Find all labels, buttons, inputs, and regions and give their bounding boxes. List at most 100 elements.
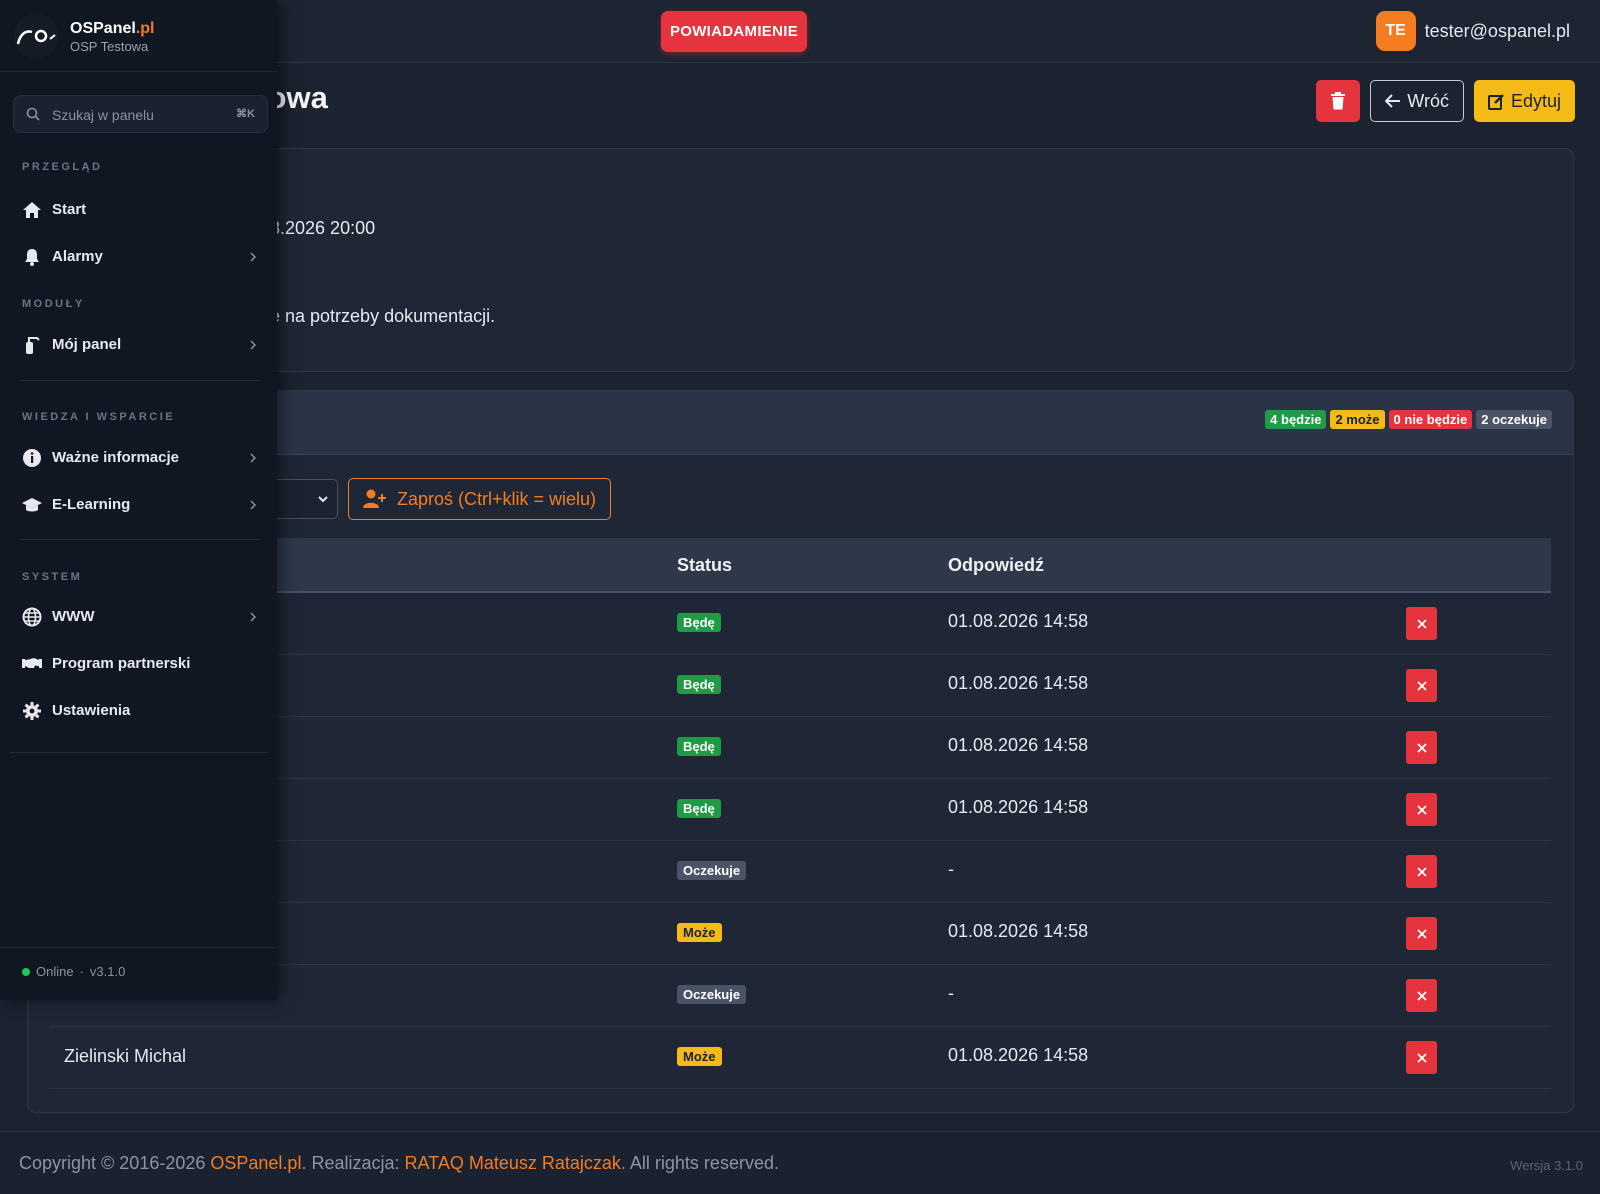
brand[interactable]: OSPanel.pl OSP Testowa [0,0,277,72]
section-system: SYSTEM [22,571,83,583]
notify-button[interactable]: POWIADAMIENIE [661,11,807,52]
sidebar-item-settings[interactable]: Ustawienia [0,691,277,731]
sidebar-item-label: Ważne informacje [52,449,179,466]
count-pending-badge: 2 oczekuje [1476,410,1552,429]
sidebar-item-my-panel[interactable]: Mój panel [0,325,277,365]
answer-time: - [948,983,954,1003]
search-shortcut: ⌘K [236,108,255,120]
answer-time: 01.08.2026 14:58 [948,797,1089,817]
app-version: v3.1.0 [89,964,126,979]
remove-participant-button[interactable] [1406,607,1437,640]
sidebar-divider [20,539,260,540]
sidebar-item-label: Program partnerski [52,655,191,672]
globe-icon [22,607,42,627]
copyright-suffix: . All rights reserved. [620,1153,779,1173]
event-date: 8.2026 20:00 [270,218,376,238]
sidebar-divider [20,380,260,381]
close-icon [1416,866,1427,877]
status-badge: Będę [677,799,721,818]
user-email: tester@ospanel.pl [1424,20,1570,41]
count-wont-badge: 0 nie będzie [1388,410,1473,429]
answer-time: 01.08.2026 14:58 [948,673,1089,693]
status-cell: Będę [677,613,721,632]
copyright-prefix: Copyright © 2016-2026 [19,1153,211,1173]
close-icon [1416,990,1427,1001]
remove-participant-button[interactable] [1406,979,1437,1012]
status-cell: Oczekuje [677,985,747,1004]
remove-participant-button[interactable] [1406,731,1437,764]
brand-name: OSPanel.pl [70,20,154,38]
edit-button[interactable]: Edytuj [1473,80,1575,122]
copyright: Copyright © 2016-2026 OSPanel.pl. Realiz… [19,1153,779,1174]
column-status: Status [677,555,733,575]
status-badge: Oczekuje [677,985,747,1004]
chevron-right-icon [250,500,257,510]
author-link[interactable]: RATAQ Mateusz Ratajczak [405,1153,621,1173]
event-description: e na potrzeby dokumentacji. [270,306,496,326]
status-cell: Będę [677,675,721,694]
sidebar-item-www[interactable]: WWW [0,597,277,637]
fire-extinguisher-icon [26,337,40,354]
count-will-badge: 4 będzie [1265,410,1327,429]
brand-link[interactable]: OSPanel.pl [210,1153,301,1173]
close-icon [1416,1052,1427,1063]
gear-icon [23,702,41,720]
close-icon [1416,804,1427,815]
header-actions: Wróć Edytuj [1316,80,1575,122]
status-cell: Może [677,923,722,942]
sidebar-item-important-info[interactable]: Ważne informacje [0,438,277,478]
column-answer: Odpowiedź [948,555,1044,575]
footer: Copyright © 2016-2026 OSPanel.pl. Realiz… [0,1131,1600,1194]
close-icon [1416,928,1427,939]
home-icon [23,202,41,218]
sidebar-item-alarms[interactable]: Alarmy [0,237,277,277]
status-cell: Może [677,1047,722,1066]
sidebar-search-input[interactable]: Szukaj w panelu ⌘K [13,95,268,133]
copyright-mid: . Realizacja: [301,1153,405,1173]
logo-icon [14,14,58,58]
footer-version: Wersja 3.1.0 [1510,1158,1583,1173]
answer-time: 01.08.2026 14:58 [948,735,1089,755]
edit-label: Edytuj [1510,90,1561,111]
remove-participant-button[interactable] [1406,917,1437,950]
search-icon [26,107,40,121]
remove-participant-button[interactable] [1406,855,1437,888]
sidebar-item-start[interactable]: Start [0,190,277,230]
invite-button[interactable]: Zaproś (Ctrl+klik = wielu) [348,478,611,520]
sidebar-item-label: WWW [52,608,95,625]
edit-icon [1487,93,1504,110]
chevron-right-icon [250,340,257,350]
graduation-cap-icon [22,498,42,512]
chevron-right-icon [250,252,257,262]
close-icon [1416,680,1427,691]
back-button[interactable]: Wróć [1370,80,1464,122]
info-icon [23,449,41,467]
sidebar-footer-divider [0,947,277,948]
sidebar-item-label: Alarmy [52,248,103,265]
sidebar-item-label: E-Learning [52,496,131,513]
chevron-down-icon [318,496,328,503]
section-modules: MODUŁY [22,298,85,310]
sidebar-item-label: Start [52,201,87,218]
back-label: Wróć [1407,90,1449,111]
status-badge: Może [677,923,722,942]
brand-subtitle: OSP Testowa [70,39,149,54]
status-badge: Będę [677,675,721,694]
response-counts: 4 będzie 2 może 0 nie będzie 2 oczekuje [1265,410,1552,429]
participant-name: Zielinski Michal [64,1046,187,1066]
member-select[interactable] [270,479,338,519]
delete-button[interactable] [1316,80,1361,122]
search-placeholder: Szukaj w panelu [52,107,154,123]
status-badge: Będę [677,737,721,756]
avatar: TE [1375,11,1416,51]
sidebar-item-partner-program[interactable]: Program partnerski [0,644,277,684]
count-maybe-badge: 2 może [1330,410,1385,429]
section-knowledge: WIEDZA I WSPARCIE [22,411,176,423]
remove-participant-button[interactable] [1406,669,1437,702]
remove-participant-button[interactable] [1406,1041,1437,1074]
sidebar: OSPanel.pl OSP Testowa Szukaj w panelu ⌘… [0,0,277,1000]
remove-participant-button[interactable] [1406,793,1437,826]
user-menu[interactable]: TE tester@ospanel.pl [1375,11,1570,51]
status-cell: Będę [677,737,721,756]
sidebar-item-elearning[interactable]: E-Learning [0,485,277,525]
